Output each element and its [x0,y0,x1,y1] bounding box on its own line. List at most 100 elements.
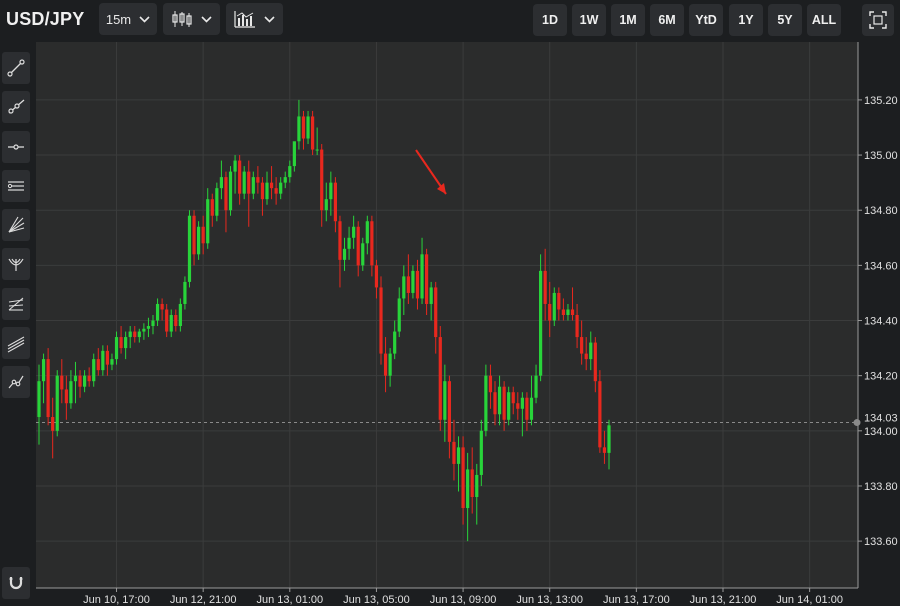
candle-up [288,166,292,178]
candle-down [224,177,228,211]
range-ytd-button[interactable]: YtD [689,4,723,36]
candle-up [146,326,151,329]
candle-down [311,116,315,150]
extended-channel-tool[interactable] [2,327,30,359]
candle-down [105,350,109,365]
candle-up [233,160,237,172]
candle-up [155,303,160,321]
candle-up [552,292,556,321]
range-1d-button[interactable]: 1D [533,4,567,36]
candle-down [383,353,388,376]
candle-up [114,337,119,360]
fan-icon [8,216,25,233]
ray-tool[interactable] [2,91,30,123]
candle-up [329,182,333,200]
candle-up [69,381,73,404]
candle-up [169,315,173,332]
horizontal-line-icon [8,144,24,150]
candle-up [342,248,347,260]
x-tick-label: Jun 13, 13:00 [516,594,583,606]
candle-up [607,425,611,453]
candle-down [511,392,515,404]
candle-up [443,381,447,420]
candle-up [206,199,210,244]
candle-down [333,182,337,222]
candle-up [507,392,511,420]
current-price-dot [853,419,861,427]
candle-up [420,254,424,299]
y-tick-label: 135.00 [864,150,898,162]
candle-up [183,281,187,304]
x-tick-label: Jun 13, 01:00 [256,594,323,606]
path-tool[interactable] [2,366,30,398]
candle-up [279,182,283,194]
candle-down [493,392,497,415]
interval-dropdown[interactable]: 15m [99,3,157,35]
range-1w-button[interactable]: 1W [572,4,606,36]
candle-up [124,337,128,349]
candle-up [92,359,96,382]
candle-down [575,315,579,338]
candle-down [580,337,584,354]
candle-up [352,226,356,238]
candle-up [456,447,461,464]
drawing-toolbar [0,42,32,606]
horizontal-line-tool[interactable] [2,131,30,163]
candle-up [306,116,310,139]
candle-down [593,342,597,382]
candle-down [51,417,55,431]
chevron-down-icon [264,15,275,23]
candle-down [238,160,242,194]
candle-up [219,177,223,189]
candle-up [365,221,369,244]
indicators-dropdown[interactable] [226,3,283,35]
candle-down [516,403,520,409]
candle-down [370,221,374,266]
candle-up [228,171,233,211]
y-tick-label: 134.60 [864,260,898,272]
candle-up [324,199,328,211]
range-6m-button[interactable]: 6M [650,4,684,36]
candle-down [274,188,278,194]
parallel-channel-tool[interactable] [2,170,30,202]
y-tick-label: 133.60 [864,536,898,548]
range-5y-button[interactable]: 5Y [768,4,802,36]
chart-style-dropdown[interactable] [163,3,220,35]
candle-down [570,309,575,315]
candle-down [256,177,260,183]
candle-up [41,359,46,382]
candle-down [87,375,91,382]
price-chart[interactable]: 135.20 135.00 134.80 134.60 134.40 134.20 134.… [36,42,898,606]
range-1m-button[interactable]: 1M [611,4,645,36]
candle-up [411,270,415,293]
range-1y-button[interactable]: 1Y [729,4,763,36]
fibonacci-tool[interactable] [2,288,30,320]
trend-line-tool[interactable] [2,52,30,84]
candle-down [374,265,379,288]
magnet-tool[interactable] [2,567,30,599]
candlestick-chart[interactable]: 135.20 135.00 134.80 134.60 134.40 134.20 134.… [36,42,900,606]
candle-up [215,188,219,216]
candle-down [356,226,360,266]
symbol-label[interactable]: USD/JPY [6,9,84,30]
candle-down [269,182,274,189]
candle-down [46,359,50,418]
candle-down [64,389,68,404]
candle-down [584,353,588,360]
fan-tool[interactable] [2,209,30,241]
fibonacci-icon [8,297,24,311]
range-all-button[interactable]: ALL [807,4,841,36]
pitchfork-tool[interactable] [2,248,30,280]
candle-down [438,337,442,420]
candle-up [479,430,483,475]
interval-label: 15m [105,11,132,27]
trend-line-icon [7,59,25,77]
path-icon [8,375,24,389]
candle-up [101,350,105,371]
fullscreen-button[interactable] [862,4,894,36]
extended-channel-icon [7,336,25,353]
candle-up [429,287,433,304]
candle-down [598,381,602,448]
indicators-icon [234,11,255,28]
candle-down [415,270,420,299]
